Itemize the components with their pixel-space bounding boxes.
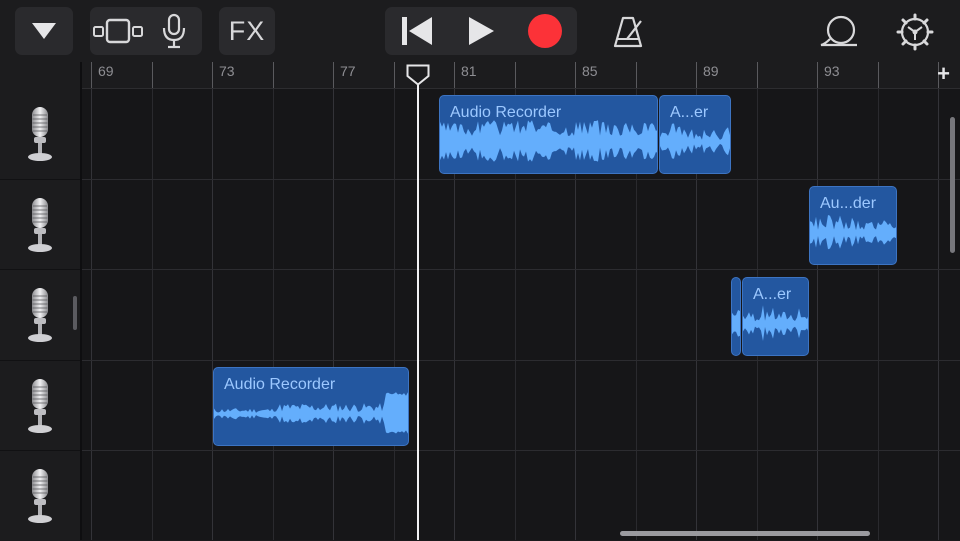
playhead-handle[interactable] <box>406 64 430 86</box>
loop-browser-button[interactable] <box>816 12 862 52</box>
waveform <box>743 305 808 341</box>
ruler-tick <box>212 62 213 88</box>
tracks-view-button[interactable] <box>90 7 146 55</box>
go-to-beginning-icon <box>402 17 432 45</box>
audio-region[interactable]: A...er <box>742 277 809 356</box>
play-icon <box>469 17 494 45</box>
ruler-tick <box>696 62 697 88</box>
ruler-tick <box>575 62 576 88</box>
track-header-5[interactable] <box>0 451 80 541</box>
waveform <box>214 392 408 434</box>
ruler-tick <box>91 62 92 88</box>
settings-button[interactable] <box>893 11 937 53</box>
play-button[interactable] <box>449 7 513 55</box>
grid-line <box>91 89 92 540</box>
audio-region[interactable]: Audio Recorder <box>213 367 409 446</box>
grid-line <box>817 89 818 540</box>
audio-region[interactable]: Au...der <box>809 186 897 265</box>
track-header-2[interactable] <box>0 180 80 270</box>
track-header-3[interactable] <box>0 270 80 360</box>
ruler-tick <box>817 62 818 88</box>
playhead-line <box>417 78 419 540</box>
record-button[interactable] <box>513 7 577 55</box>
ruler-tick <box>333 62 334 88</box>
triangle-down-icon <box>32 23 56 39</box>
loop-browser-icon <box>820 15 857 47</box>
metronome-icon <box>613 16 643 48</box>
ruler-tick <box>273 62 274 88</box>
transport-controls <box>385 7 577 55</box>
ruler-label: 89 <box>703 63 719 79</box>
waveform <box>440 120 657 162</box>
waveform <box>810 215 896 250</box>
record-icon <box>528 14 562 48</box>
menu-button[interactable] <box>15 7 73 55</box>
ruler-tick <box>757 62 758 88</box>
audio-region[interactable]: Audio Recorder <box>439 95 658 174</box>
ruler-label: 85 <box>582 63 598 79</box>
microphone-icon <box>28 379 52 433</box>
ruler-tick <box>515 62 516 88</box>
audio-region[interactable]: A...er <box>659 95 731 174</box>
ruler-label: 81 <box>461 63 477 79</box>
track-headers <box>0 62 80 540</box>
instrument-button[interactable] <box>146 7 202 55</box>
ruler-label: 73 <box>219 63 235 79</box>
tracks-area[interactable]: Audio Recorder A...er Au...der A...er Au… <box>82 89 960 540</box>
ruler-tick <box>394 62 395 88</box>
grid-line <box>333 89 334 540</box>
horizontal-scrollbar[interactable] <box>620 531 870 536</box>
ruler-tick <box>454 62 455 88</box>
settings-gear-icon <box>896 13 934 51</box>
waveform <box>660 123 730 159</box>
ruler-tick <box>878 62 879 88</box>
microphone-icon <box>28 288 52 342</box>
metronome-button[interactable] <box>606 12 650 52</box>
ruler-tick <box>636 62 637 88</box>
microphone-icon <box>162 13 186 49</box>
tracks-view-icon <box>93 18 143 44</box>
vertical-scrollbar[interactable] <box>950 117 955 253</box>
grid-line <box>394 89 395 540</box>
ruler-label: 69 <box>98 63 114 79</box>
fx-label: FX <box>228 15 266 46</box>
control-bar: FX <box>0 0 960 62</box>
grid-line <box>938 89 939 540</box>
microphone-icon <box>28 198 52 252</box>
grid-line <box>152 89 153 540</box>
fx-button[interactable]: FX <box>219 7 275 55</box>
go-to-beginning-button[interactable] <box>385 7 449 55</box>
ruler-label: 93 <box>824 63 840 79</box>
track-header-1[interactable] <box>0 89 80 179</box>
grid-line <box>878 89 879 540</box>
add-section-button[interactable]: + <box>937 62 950 86</box>
ruler-label: 77 <box>340 63 356 79</box>
track-header-4[interactable] <box>0 361 80 451</box>
grid-line <box>212 89 213 540</box>
view-toggle-group <box>90 7 202 55</box>
timeline-ruler[interactable]: 69 73 77 81 85 89 93 + <box>82 62 960 89</box>
grid-line <box>273 89 274 540</box>
microphone-icon <box>28 107 52 161</box>
microphone-icon <box>28 469 52 523</box>
waveform <box>732 310 740 337</box>
ruler-tick <box>152 62 153 88</box>
header-resize-handle[interactable] <box>73 296 77 330</box>
audio-region[interactable] <box>731 277 741 356</box>
